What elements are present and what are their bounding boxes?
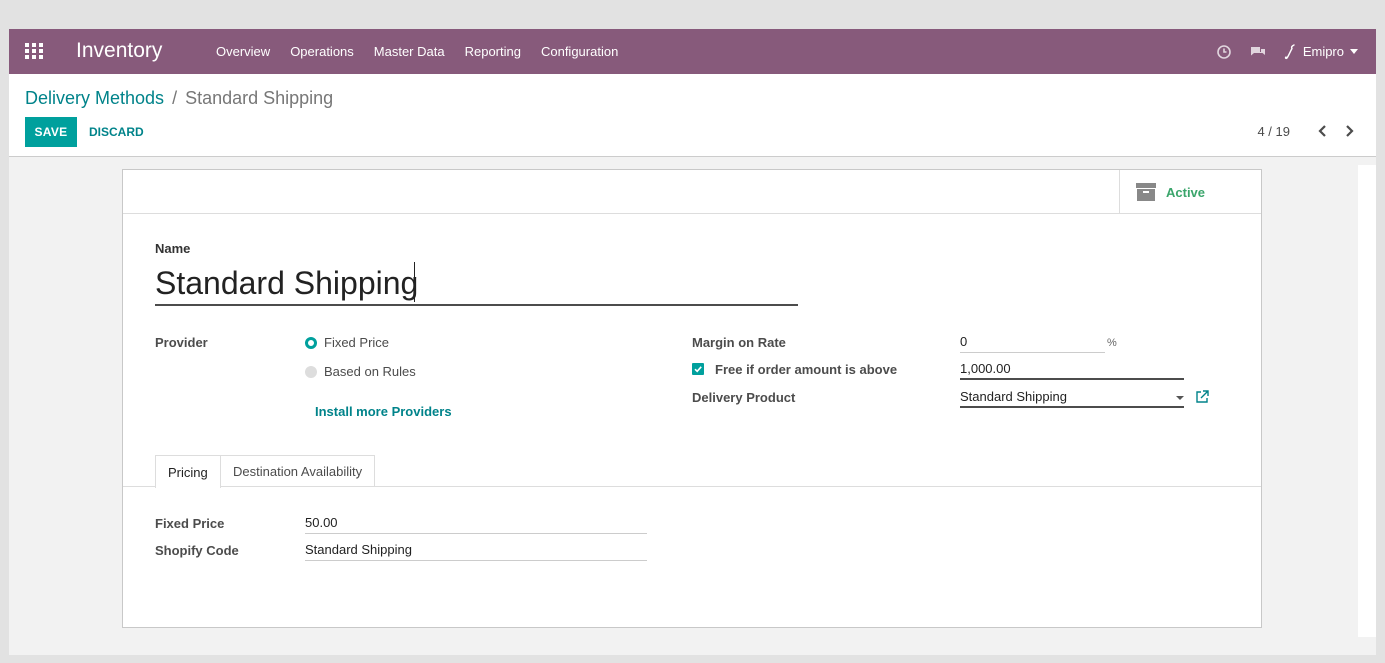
radio-unchecked-icon <box>305 365 317 378</box>
provider-label: Provider <box>155 335 208 350</box>
dropdown-caret-icon[interactable] <box>1176 396 1184 400</box>
margin-label: Margin on Rate <box>692 335 786 350</box>
tab-pricing[interactable]: Pricing <box>155 455 221 488</box>
chevron-down-icon <box>1350 49 1358 54</box>
phone-icon <box>1284 43 1295 59</box>
app-window: Inventory Overview Operations Master Dat… <box>9 29 1376 655</box>
apps-grid-icon[interactable] <box>25 43 43 59</box>
name-input[interactable] <box>155 262 798 306</box>
breadcrumb-delivery-methods[interactable]: Delivery Methods <box>25 88 164 108</box>
app-title: Inventory <box>76 39 163 62</box>
breadcrumb: Delivery Methods / Standard Shipping <box>25 88 333 109</box>
notebook-tabs: Pricing Destination Availability <box>123 455 1261 488</box>
tab-destination-availability[interactable]: Destination Availability <box>221 455 376 487</box>
check-icon <box>694 366 702 373</box>
shopify-code-input[interactable] <box>305 539 647 561</box>
fixed-price-input[interactable] <box>305 512 647 534</box>
free-checkbox[interactable] <box>692 363 704 375</box>
user-menu[interactable]: Emipro <box>1284 43 1358 60</box>
radio-checked-icon <box>305 336 317 349</box>
pager: 4 / 19 <box>1257 120 1356 142</box>
breadcrumb-current: Standard Shipping <box>185 88 334 108</box>
provider-option-label: Fixed Price <box>324 335 390 350</box>
provider-fixed-price-radio[interactable]: Fixed Price <box>305 335 389 350</box>
install-providers-link[interactable]: Install more Providers <box>315 404 452 419</box>
fixed-price-label: Fixed Price <box>155 516 225 531</box>
text-cursor <box>414 262 415 302</box>
control-panel: Delivery Methods / Standard Shipping SAVE … <box>9 74 1376 157</box>
free-label: Free if order amount is above <box>715 362 898 377</box>
chat-icon[interactable] <box>1250 44 1266 60</box>
delivery-product-label: Delivery Product <box>692 390 796 405</box>
name-label: Name <box>155 241 191 256</box>
main-menu: Overview Operations Master Data Reportin… <box>216 29 638 74</box>
archive-icon <box>1136 183 1156 201</box>
menu-configuration[interactable]: Configuration <box>541 44 618 59</box>
provider-based-on-rules-radio[interactable]: Based on Rules <box>305 364 416 379</box>
save-button[interactable]: SAVE <box>25 117 77 147</box>
user-name: Emipro <box>1302 44 1344 59</box>
scrollbar[interactable] <box>1358 165 1376 637</box>
free-amount-input[interactable] <box>960 358 1184 380</box>
menu-overview[interactable]: Overview <box>216 44 270 59</box>
chevron-left-icon[interactable] <box>1316 120 1330 142</box>
margin-unit: % <box>1107 337 1117 349</box>
pager-value[interactable]: 4 / 19 <box>1257 124 1290 139</box>
chevron-right-icon[interactable] <box>1342 120 1356 142</box>
menu-master-data[interactable]: Master Data <box>374 44 445 59</box>
top-navbar: Inventory Overview Operations Master Dat… <box>9 29 1376 74</box>
breadcrumb-separator: / <box>172 88 178 108</box>
menu-operations[interactable]: Operations <box>290 44 354 59</box>
shopify-code-label: Shopify Code <box>155 543 239 558</box>
margin-input[interactable] <box>960 331 1105 353</box>
systray: Emipro <box>1216 29 1376 74</box>
active-toggle-button[interactable]: Active <box>1119 170 1261 214</box>
delivery-product-select[interactable] <box>960 386 1184 408</box>
menu-reporting[interactable]: Reporting <box>465 44 521 59</box>
external-link-icon[interactable] <box>1195 390 1209 404</box>
clock-icon[interactable] <box>1216 44 1232 60</box>
button-box: Active <box>123 170 1261 214</box>
discard-button[interactable]: DISCARD <box>89 117 144 147</box>
form-sheet: Active Name Provider Fixed Price Based o… <box>122 169 1262 628</box>
provider-option-label: Based on Rules <box>324 364 416 379</box>
active-label: Active <box>1166 184 1206 200</box>
